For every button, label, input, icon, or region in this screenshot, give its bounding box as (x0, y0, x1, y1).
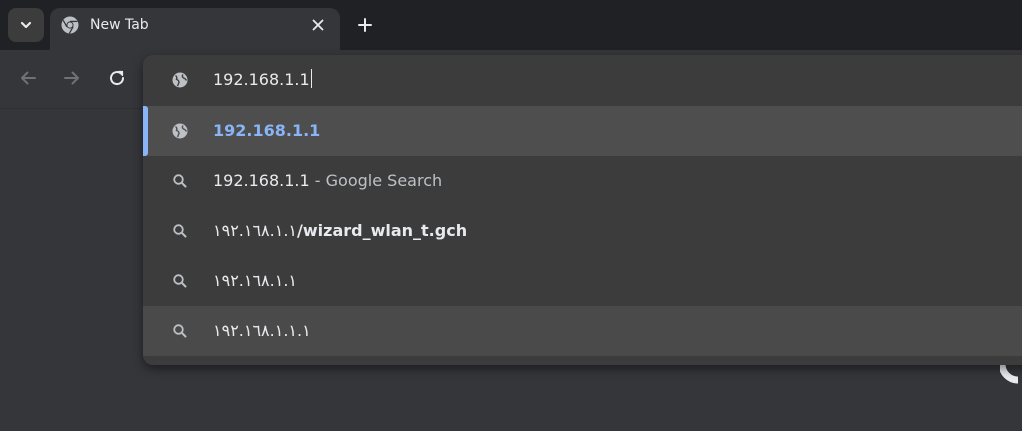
omnibox-input-value: 192.168.1.1 (213, 70, 310, 89)
suggestion-suffix: - Google Search (309, 171, 443, 190)
forward-button[interactable] (60, 66, 84, 90)
globe-icon (171, 71, 189, 89)
browser-window: New Tab 192.168.1.1 192.168.1.1 192.168.… (0, 0, 1022, 431)
search-icon (171, 272, 189, 290)
suggestion-search[interactable]: 192.168.1.1 - Google Search (143, 156, 1022, 206)
globe-icon (171, 122, 189, 140)
suggestion-url[interactable]: 192.168.1.1 (143, 106, 1022, 156)
suggestion-completion: /wizard_wlan_t.gch (297, 221, 468, 240)
back-button[interactable] (16, 66, 40, 90)
suggestion-query: 192.168.1.1 (213, 171, 310, 190)
search-icon (171, 322, 189, 340)
tab-title: New Tab (90, 17, 149, 33)
chrome-icon (61, 16, 79, 34)
plus-icon (358, 18, 372, 32)
omnibox-input[interactable]: 192.168.1.1 (213, 68, 312, 92)
omnibox-popup: 192.168.1.1 192.168.1.1 192.168.1.1 - Go… (143, 55, 1022, 365)
new-tab-button[interactable] (352, 12, 378, 38)
suggestion-text: ١٩٢.١٦٨.١.١/wizard_wlan_t.gch (213, 220, 467, 242)
text-caret (310, 69, 312, 88)
tab-strip: New Tab (0, 0, 1022, 50)
chevron-down-icon (20, 21, 32, 29)
suggestion-search[interactable]: ١٩٢.١٦٨.١.١ (143, 256, 1022, 306)
reload-button[interactable] (105, 66, 129, 90)
close-icon (312, 19, 324, 31)
suggestion-search[interactable]: ١٩٢.١٦٨.١.١.١ (143, 306, 1022, 356)
forward-arrow-icon (64, 71, 79, 85)
suggestion-query: ١٩٢.١٦٨.١.١ (213, 221, 298, 240)
search-icon (171, 172, 189, 190)
back-arrow-icon (21, 71, 36, 85)
tab-new-tab[interactable]: New Tab (50, 8, 340, 50)
suggestion-text: ١٩٢.١٦٨.١.١.١ (213, 321, 311, 340)
suggestion-text: 192.168.1.1 (213, 121, 321, 140)
tab-search-button[interactable] (8, 8, 44, 42)
omnibox-input-row[interactable]: 192.168.1.1 (143, 55, 1022, 105)
search-icon (171, 222, 189, 240)
tab-close-button[interactable] (309, 16, 327, 34)
reload-icon (110, 70, 125, 86)
suggestion-text: ١٩٢.١٦٨.١.١ (213, 271, 298, 290)
selection-indicator (143, 106, 148, 156)
suggestion-search[interactable]: ١٩٢.١٦٨.١.١/wizard_wlan_t.gch (143, 206, 1022, 256)
suggestion-text: 192.168.1.1 - Google Search (213, 170, 442, 192)
